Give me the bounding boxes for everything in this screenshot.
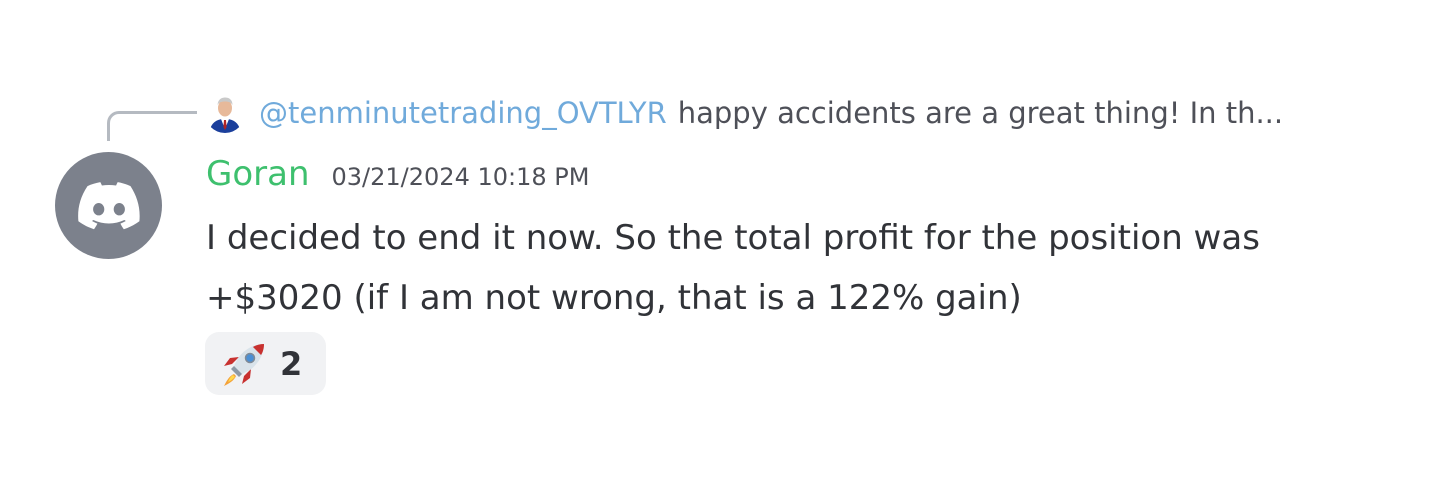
rocket-icon [224,343,264,386]
person-avatar-icon [205,93,245,133]
reply-author-mention[interactable]: @tenminutetrading_OVTLYR [259,96,667,130]
reply-preview-text[interactable]: happy accidents are a great thing! In th… [678,96,1283,130]
username[interactable]: Goran [206,154,310,194]
reply-connector [107,111,197,141]
reply-preview[interactable]: @tenminutetrading_OVTLYR happy accidents… [205,90,1283,136]
discord-logo-icon [77,181,140,229]
reply-avatar[interactable] [205,93,245,133]
chat-message: @tenminutetrading_OVTLYR happy accidents… [0,0,1455,480]
timestamp[interactable]: 03/21/2024 10:18 PM [332,163,590,191]
message-header: Goran 03/21/2024 10:18 PM [206,154,589,194]
reaction-button[interactable]: 2 [205,332,326,395]
message-content: I decided to end it now. So the total pr… [206,208,1386,328]
user-avatar[interactable] [55,152,162,259]
message-line: I decided to end it now. So the total pr… [206,218,1260,258]
reaction-count: 2 [280,344,303,383]
message-line: +$3020 (if I am not wrong, that is a 122… [206,278,1022,318]
